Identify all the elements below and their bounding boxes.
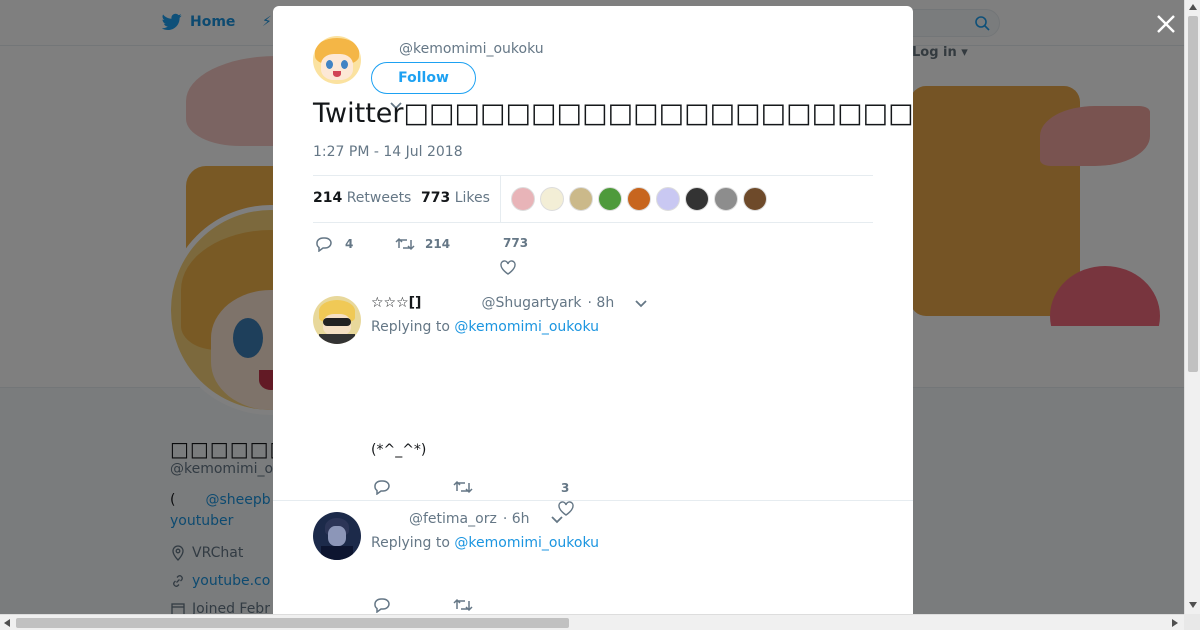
like-count: 773 — [503, 236, 529, 250]
like-action[interactable]: 773 — [503, 236, 528, 250]
retweet-icon — [453, 480, 473, 494]
tweet-modal: @kemomimi_oukoku Follow Twitter□□□□□□□□□… — [273, 6, 913, 614]
reply-tweet[interactable]: @fetima_orz · 6h Replying to @kemomimi_o… — [273, 502, 913, 614]
replying-to: Replying to @kemomimi_oukoku — [371, 319, 599, 335]
vertical-scrollbar[interactable] — [1184, 0, 1200, 614]
reply-action[interactable] — [373, 479, 391, 495]
tweet-timestamp[interactable]: 1:27 PM - 14 Jul 2018 — [313, 144, 463, 160]
reply-actions — [371, 597, 671, 614]
replying-prefix: Replying to — [371, 319, 450, 335]
liker-avatar[interactable] — [569, 187, 593, 211]
chevron-down-icon[interactable] — [550, 514, 564, 524]
reply-time[interactable]: · 8h — [588, 295, 615, 311]
tweet-actions: 4 214 773 — [313, 234, 873, 275]
scroll-right-icon[interactable] — [1172, 619, 1178, 627]
horizontal-scrollbar[interactable] — [0, 614, 1184, 630]
liker-avatar[interactable] — [627, 187, 651, 211]
liker-avatar[interactable] — [540, 187, 564, 211]
retweet-action[interactable] — [453, 479, 473, 495]
horizontal-scroll-thumb[interactable] — [16, 618, 569, 628]
heart-icon[interactable] — [500, 260, 516, 275]
retweet-count: 214 — [425, 237, 451, 251]
liker-avatar[interactable] — [598, 187, 622, 211]
likes-label: Likes — [454, 190, 490, 206]
tweet-text: Twitter□□□□□□□□□□□□□□□□□□□□□□□□□□□□□□□□□… — [313, 98, 913, 129]
reply-tweet[interactable]: ☆☆☆[] @Shugartyark · 8h Replying to @kem… — [273, 286, 913, 516]
scroll-left-icon[interactable] — [4, 619, 10, 627]
reply-avatar[interactable] — [313, 296, 361, 344]
likes-count: 773 — [421, 190, 451, 206]
retweets-count: 214 — [313, 190, 343, 206]
reply-icon — [374, 598, 390, 613]
retweets-stat[interactable]: 214 Retweets — [313, 190, 411, 206]
replying-to: Replying to @kemomimi_oukoku — [371, 535, 599, 551]
reply-avatar[interactable] — [313, 512, 361, 560]
replying-to-link[interactable]: @kemomimi_oukoku — [454, 535, 599, 551]
tweet-author-avatar[interactable] — [313, 36, 361, 84]
reply-author-handle[interactable]: @Shugartyark — [481, 295, 581, 311]
reply-icon — [374, 480, 390, 495]
follow-button[interactable]: Follow — [371, 62, 476, 94]
reply-action[interactable] — [373, 597, 391, 613]
retweet-icon — [453, 598, 473, 612]
replying-to-link[interactable]: @kemomimi_oukoku — [454, 319, 599, 335]
liker-avatar[interactable] — [685, 187, 709, 211]
reply-time[interactable]: · 6h — [503, 511, 530, 527]
tweet-stats: 214 Retweets 773 Likes — [313, 175, 873, 223]
reply-text: (*^_^*) — [371, 442, 427, 458]
liker-avatar[interactable] — [656, 187, 680, 211]
scrollbar-corner — [1184, 614, 1200, 630]
reply-icon — [316, 237, 332, 252]
reply-header: @fetima_orz · 6h — [371, 511, 564, 527]
replying-prefix: Replying to — [371, 535, 450, 551]
reply-actions: 3 — [371, 479, 671, 516]
liker-avatars — [511, 187, 767, 211]
retweet-icon — [395, 237, 415, 251]
retweet-action[interactable]: 214 — [395, 236, 450, 252]
close-icon[interactable] — [1154, 12, 1178, 36]
reply-count: 4 — [345, 237, 354, 251]
reply-author-handle[interactable]: @fetima_orz — [409, 511, 497, 527]
liker-avatar[interactable] — [511, 187, 535, 211]
reply-author-name[interactable]: ☆☆☆[] — [371, 295, 421, 311]
like-count: 3 — [561, 481, 570, 495]
vertical-scroll-thumb[interactable] — [1188, 16, 1198, 372]
chevron-down-icon[interactable] — [634, 298, 648, 308]
like-action[interactable]: 3 — [561, 481, 569, 495]
reply-header: ☆☆☆[] @Shugartyark · 8h — [371, 295, 648, 311]
likes-stat[interactable]: 773 Likes — [421, 190, 490, 206]
retweet-action[interactable] — [453, 597, 473, 613]
scroll-down-icon[interactable] — [1189, 602, 1197, 608]
scroll-up-icon[interactable] — [1189, 4, 1197, 10]
liker-avatar[interactable] — [714, 187, 738, 211]
tweet-author-handle[interactable]: @kemomimi_oukoku — [399, 41, 544, 57]
liker-avatar[interactable] — [743, 187, 767, 211]
reply-action[interactable]: 4 — [315, 236, 353, 252]
retweets-label: Retweets — [346, 190, 412, 206]
